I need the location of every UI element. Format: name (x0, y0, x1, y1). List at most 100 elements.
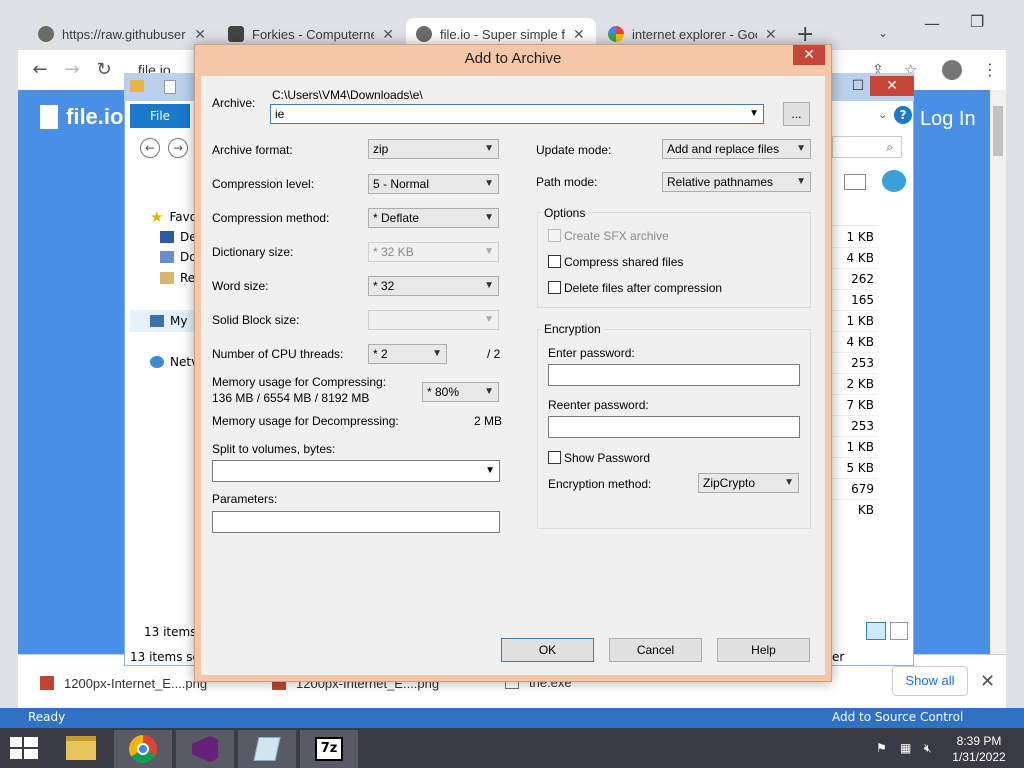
tree-item-my-computer[interactable]: My (150, 314, 187, 328)
show-all-downloads-button[interactable]: Show all (892, 666, 968, 696)
close-tab-icon[interactable]: ✕ (573, 26, 585, 43)
solid-block-size-select[interactable]: ▼ (368, 310, 499, 330)
tab-search-icon[interactable]: ⌄ (878, 26, 888, 40)
close-tab-icon[interactable]: ✕ (765, 26, 777, 43)
file-size-cell[interactable]: 165 KB (832, 290, 878, 328)
create-sfx-checkbox[interactable] (548, 229, 561, 242)
enter-password-input[interactable] (548, 364, 800, 386)
preview-pane-icon[interactable] (844, 174, 866, 190)
file-size-cell[interactable]: 4 KB (832, 248, 878, 269)
taskbar-notes-app[interactable] (238, 730, 296, 768)
ribbon-expand-icon[interactable]: ⌄ (878, 108, 887, 121)
profile-avatar[interactable] (942, 60, 962, 80)
menu-kebab-icon[interactable]: ⋮ (982, 60, 998, 79)
dialog-title: Add to Archive (464, 50, 562, 67)
file-size-cell[interactable]: 253 KB (832, 353, 878, 391)
archive-format-select[interactable]: zip ▼ (368, 139, 499, 159)
site-brand[interactable]: file.io (40, 104, 123, 130)
help-icon[interactable]: ? (894, 106, 912, 124)
dictionary-size-select[interactable]: * 32 KB ▼ (368, 242, 499, 262)
compression-level-select[interactable]: 5 - Normal ▼ (368, 174, 499, 194)
parameters-label: Parameters: (212, 492, 278, 506)
explorer-forward-icon[interactable]: → (168, 138, 188, 158)
dialog-close-icon[interactable]: ✕ (793, 45, 825, 65)
browse-button[interactable]: ... (783, 102, 810, 126)
tree-item-recent[interactable]: Re (160, 271, 195, 285)
file-size-cell[interactable]: 1 KB (832, 311, 878, 332)
windows-start-icon[interactable] (10, 737, 38, 759)
details-view-icon[interactable] (866, 622, 886, 640)
search-icon: ⌕ (886, 140, 893, 154)
tree-item-network[interactable]: Netv (150, 355, 198, 369)
file-size-cell[interactable]: 679 KB (832, 479, 878, 517)
archive-name-combo[interactable]: ie ▼ (270, 104, 764, 124)
ok-button[interactable]: OK (501, 638, 594, 662)
reenter-password-input[interactable] (548, 416, 800, 438)
taskbar-chrome[interactable] (114, 730, 172, 768)
word-size-select[interactable]: * 32 ▼ (368, 276, 499, 296)
network-tray-icon[interactable]: ▦ (900, 741, 916, 755)
cancel-button[interactable]: Cancel (609, 638, 702, 662)
login-link[interactable]: Log In (920, 108, 976, 131)
chevron-down-icon: ▼ (796, 176, 806, 187)
file-size-cell[interactable]: 253 KB (832, 416, 878, 454)
clock-time: 8:39 PM (956, 734, 1002, 748)
chevron-down-icon[interactable]: ▼ (749, 105, 759, 123)
file-size-cell[interactable]: 262 KB (832, 269, 878, 307)
close-tab-icon[interactable]: ✕ (194, 26, 206, 43)
shell-app-icon[interactable] (882, 170, 906, 192)
ribbon-file-tab[interactable]: File (130, 104, 190, 128)
taskbar-7zip[interactable]: 7z (300, 730, 358, 768)
minimize-icon[interactable]: — (924, 14, 940, 33)
chevron-down-icon[interactable]: ▼ (485, 461, 495, 481)
mem-compress-label: Memory usage for Compressing: (212, 375, 387, 389)
explorer-search-box[interactable]: ⌕ (832, 136, 902, 158)
explorer-close-icon[interactable]: ✕ (870, 76, 914, 96)
tree-item-desktop[interactable]: De (160, 230, 197, 244)
cpu-threads-select[interactable]: * 2 ▼ (368, 344, 447, 364)
file-size-cell[interactable]: 7 KB (832, 395, 878, 416)
delete-after-checkbox[interactable] (548, 281, 561, 294)
page-scrollbar[interactable] (990, 90, 1006, 654)
volume-muted-icon[interactable]: 🔇︎ (924, 741, 940, 755)
recent-places-icon (160, 272, 174, 284)
maximize-icon[interactable]: ❐ (970, 12, 984, 31)
tree-item-downloads[interactable]: Do (160, 250, 197, 264)
action-center-flag-icon[interactable]: ⚑ (876, 741, 892, 755)
close-tab-icon[interactable]: ✕ (382, 26, 394, 43)
compression-method-select[interactable]: * Deflate ▼ (368, 208, 499, 228)
taskbar-visual-studio[interactable] (176, 730, 234, 768)
update-mode-select[interactable]: Add and replace files ▼ (662, 139, 811, 159)
explorer-back-icon[interactable]: ← (140, 138, 160, 158)
parameters-input[interactable] (212, 511, 500, 533)
forward-icon[interactable]: → (62, 60, 82, 80)
archive-format-label: Archive format: (212, 143, 293, 157)
file-size-cell[interactable]: 2 KB (832, 374, 878, 395)
archive-label: Archive: (212, 96, 256, 110)
path-mode-select[interactable]: Relative pathnames ▼ (662, 172, 811, 192)
tree-item-favorites[interactable]: ★ Favo (150, 208, 197, 226)
enter-password-label: Enter password: (548, 346, 635, 360)
show-password-checkbox[interactable] (548, 451, 561, 464)
back-icon[interactable]: ← (30, 60, 50, 80)
taskbar-file-explorer[interactable] (52, 730, 110, 768)
mem-compress-select[interactable]: * 80% ▼ (422, 382, 499, 402)
tray-clock[interactable]: 8:39 PM 1/31/2022 (944, 733, 1014, 765)
size-column-header[interactable] (832, 206, 878, 226)
file-size-cell[interactable]: 5 KB (832, 458, 878, 479)
network-icon (150, 356, 164, 368)
encryption-method-select[interactable]: ZipCrypto ▼ (698, 473, 799, 493)
reload-icon[interactable]: ↻ (94, 60, 114, 80)
vs-status-bar: Ready Add to Source Control (0, 708, 1024, 728)
split-volumes-combo[interactable]: ▼ (212, 460, 500, 482)
file-size-cell[interactable]: 1 KB (832, 227, 878, 248)
file-size-cell[interactable]: 1 KB (832, 437, 878, 458)
browser-tab-1[interactable]: https://raw.githubuserc ✕ (28, 18, 216, 50)
help-button[interactable]: Help (717, 638, 810, 662)
scrollbar-thumb[interactable] (993, 106, 1003, 156)
large-icons-view-icon[interactable] (890, 622, 908, 640)
properties-icon[interactable] (164, 80, 176, 94)
close-downloads-icon[interactable]: ✕ (980, 671, 995, 692)
file-size-cell[interactable]: 4 KB (832, 332, 878, 353)
compress-shared-checkbox[interactable] (548, 255, 561, 268)
